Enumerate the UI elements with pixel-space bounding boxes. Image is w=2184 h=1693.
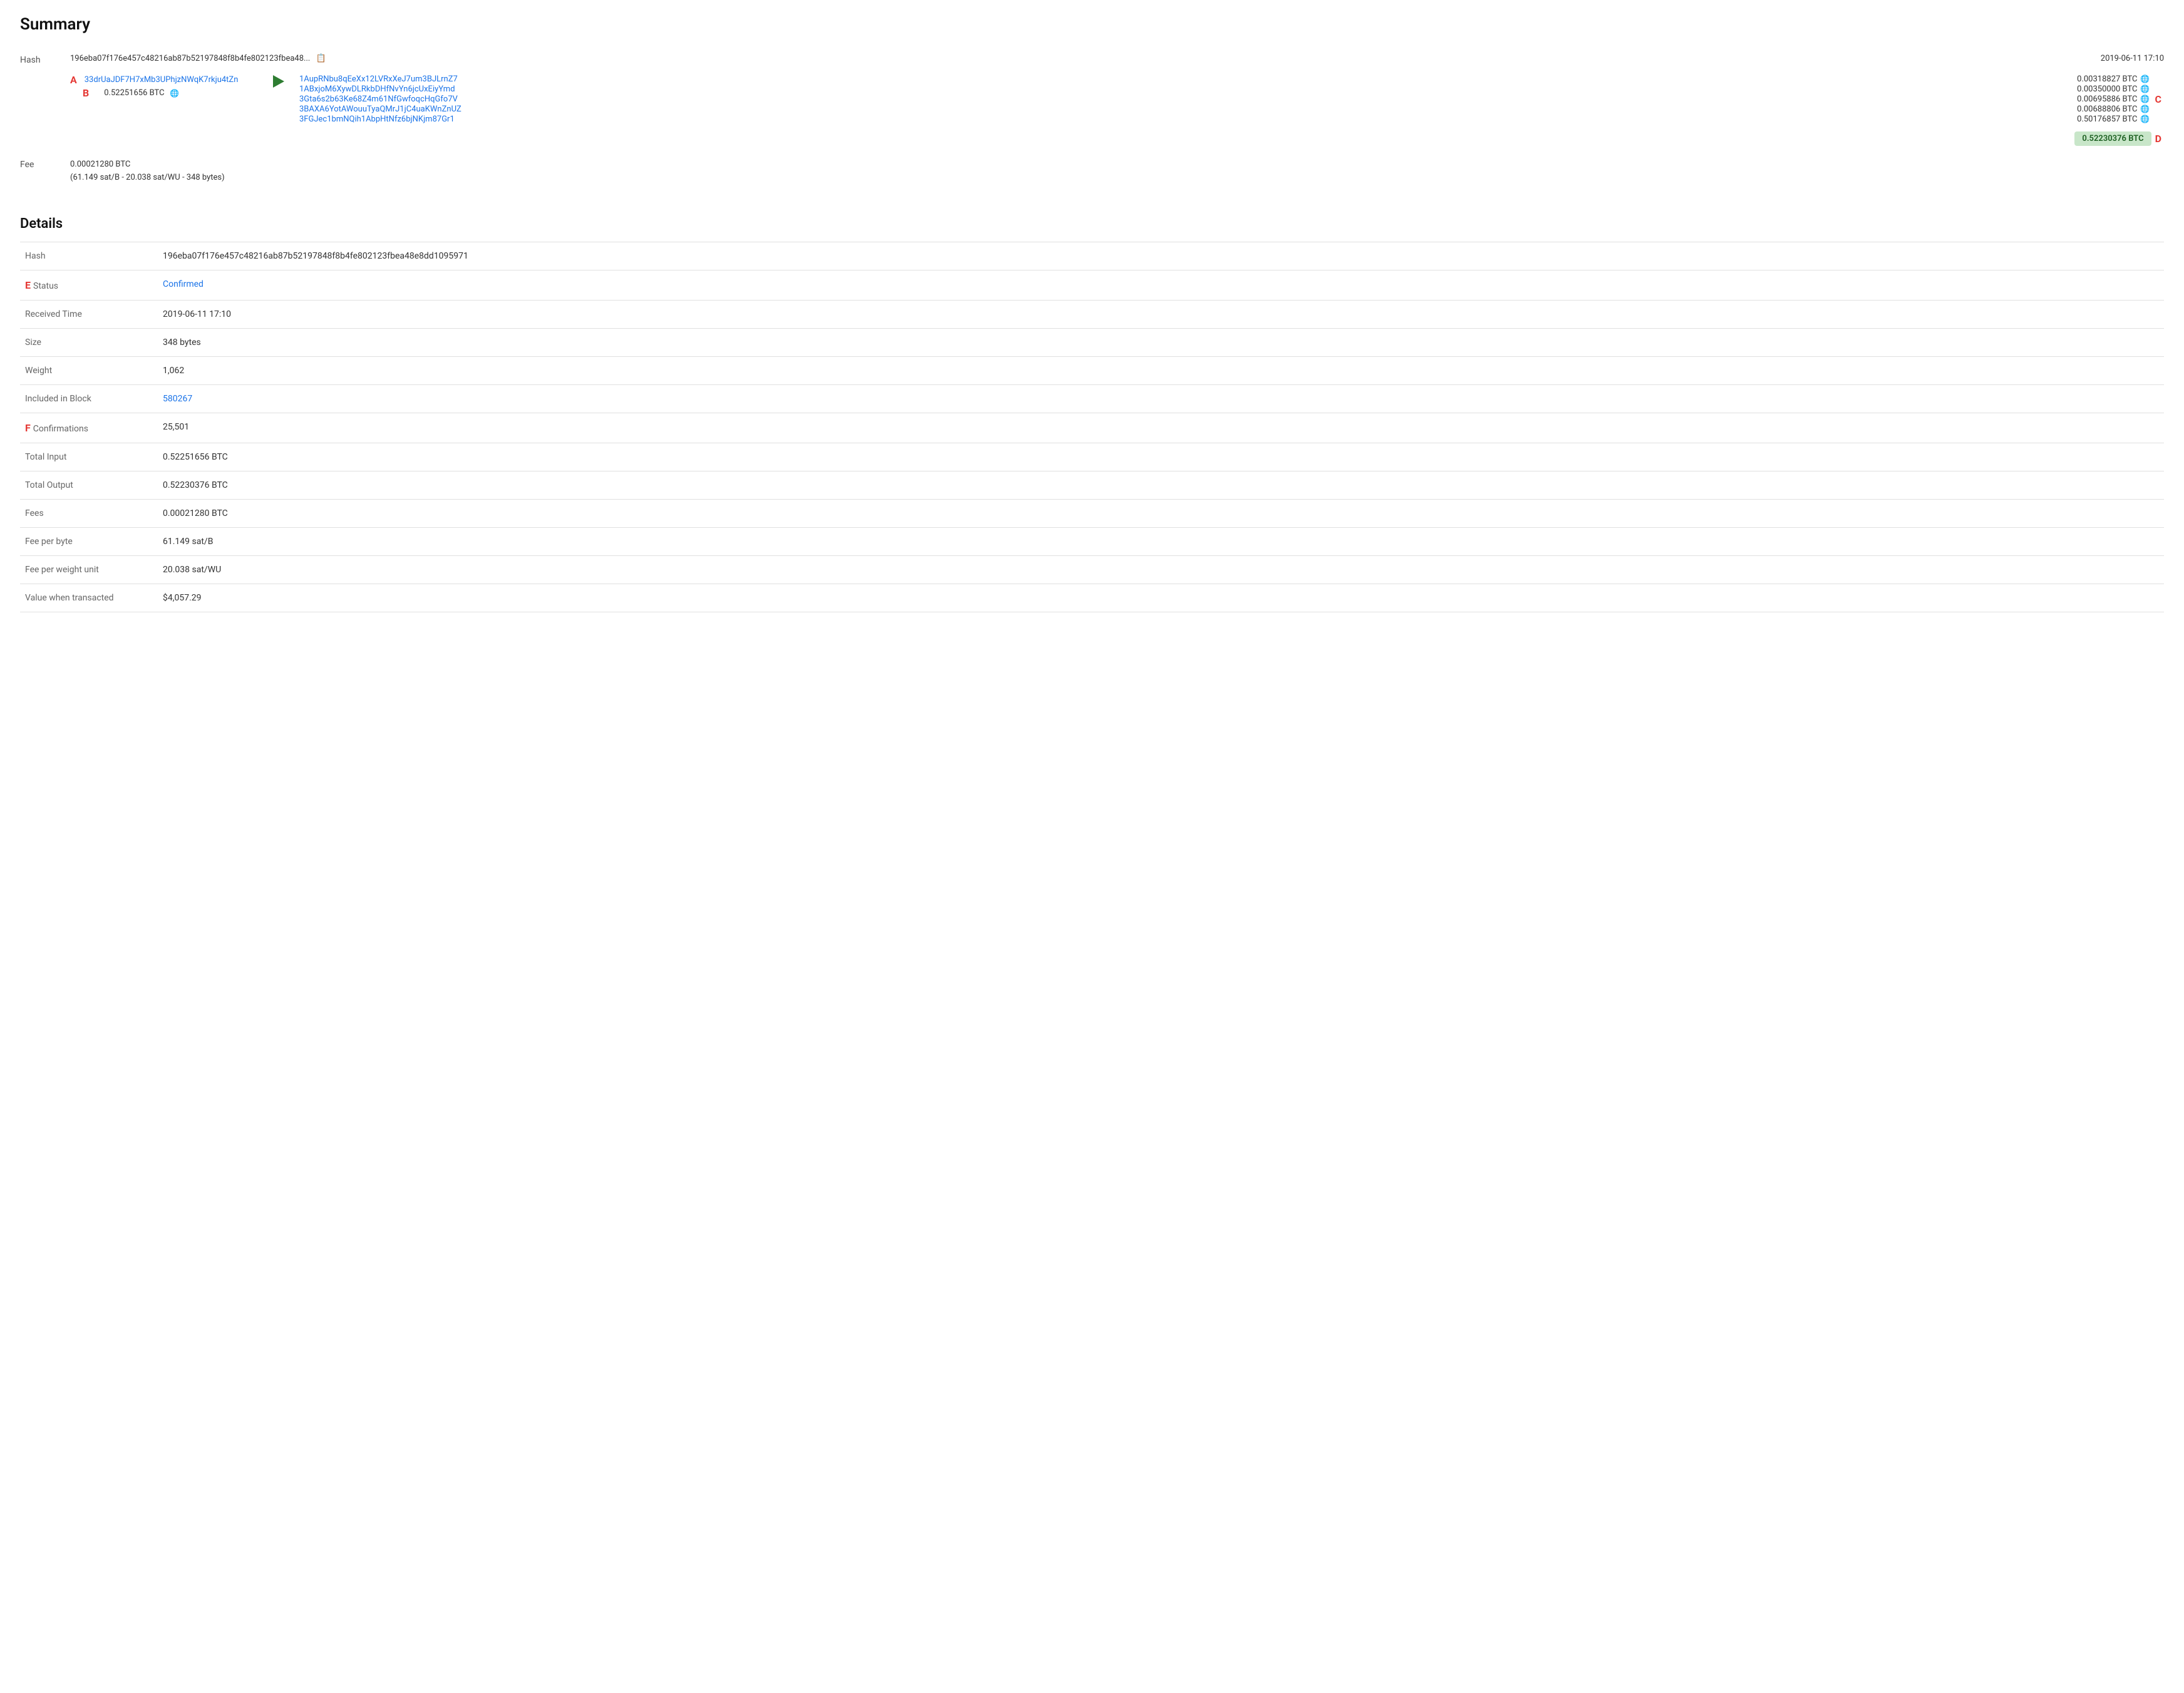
details-value-4: 1,062 [158, 356, 2164, 384]
input-address[interactable]: 33drUaJDF7H7xMb3UPhjzNWqK7rkju4tZn [85, 75, 239, 85]
tx-total-box: 0.52230376 BTC D [299, 131, 2164, 146]
status-confirmed-badge: Confirmed [163, 279, 203, 289]
details-label-8: Total Output [20, 471, 158, 499]
details-section: Details Hash196eba07f176e457c48216ab87b5… [20, 216, 2164, 612]
details-value-10: 61.149 sat/B [158, 527, 2164, 555]
details-value-6: 25,501 [158, 413, 2164, 443]
output-address-4[interactable]: 3FGJec1bmNQih1AbpHtNfz6bjNKjm87Gr1 [299, 115, 455, 124]
tx-input-amount-row: B 0.52251656 BTC 🌐 [83, 87, 258, 99]
tx-input-row: A 33drUaJDF7H7xMb3UPhjzNWqK7rkju4tZn [70, 74, 258, 86]
output-address-1[interactable]: 1ABxjoM6XywDLRkbDHfNvYn6jcUxEiyYmd [299, 85, 455, 94]
fee-label: Fee [20, 158, 70, 170]
output-amount-0: 0.00318827 BTC 🌐 [2077, 74, 2150, 84]
details-value-5: 580267 [158, 384, 2164, 413]
details-label-11: Fee per weight unit [20, 555, 158, 584]
summary-section: Summary Hash 196eba07f176e457c48216ab87b… [20, 15, 2164, 191]
details-label-1: EStatus [20, 270, 158, 300]
details-row-2: Received Time2019-06-11 17:10 [20, 300, 2164, 328]
hash-value: 196eba07f176e457c48216ab87b52197848f8b4f… [70, 54, 2101, 63]
details-row-9: Fees0.00021280 BTC [20, 499, 2164, 527]
details-label-6: FConfirmations [20, 413, 158, 443]
output-address-0[interactable]: 1AupRNbu8qEeXx12LVRxXeJ7um3BJLrnZ7 [299, 75, 458, 84]
details-title: Details [20, 216, 2164, 232]
output-row-4: 3FGJec1bmNQih1AbpHtNfz6bjNKjm87Gr1 0.501… [299, 114, 2150, 124]
total-output-value: 0.52230376 BTC [2082, 134, 2143, 143]
details-label-2: Received Time [20, 300, 158, 328]
details-row-12: Value when transacted$4,057.29 [20, 584, 2164, 612]
block-link[interactable]: 580267 [163, 394, 192, 404]
tx-total-badge: 0.52230376 BTC [2074, 131, 2151, 146]
output-row-2: 3Gta6s2b63Ke68Z4m61NfGwfoqcHqGfo7V 0.006… [299, 94, 2150, 104]
details-value-0: 196eba07f176e457c48216ab87b52197848f8b4f… [158, 242, 2164, 270]
details-table: Hash196eba07f176e457c48216ab87b52197848f… [20, 242, 2164, 612]
details-value-1: Confirmed [158, 270, 2164, 300]
details-value-12: $4,057.29 [158, 584, 2164, 612]
copy-icon[interactable]: 📋 [316, 54, 326, 63]
annotation-E: E [25, 279, 31, 291]
transaction-flow: A 33drUaJDF7H7xMb3UPhjzNWqK7rkju4tZn B 0… [70, 70, 2164, 152]
hash-row: Hash 196eba07f176e457c48216ab87b52197848… [20, 49, 2164, 70]
summary-title: Summary [20, 15, 2164, 34]
details-value-7: 0.52251656 BTC [158, 443, 2164, 471]
details-row-0: Hash196eba07f176e457c48216ab87b52197848f… [20, 242, 2164, 270]
details-row-7: Total Input0.52251656 BTC [20, 443, 2164, 471]
details-label-0: Hash [20, 242, 158, 270]
annotation-A: A [70, 74, 77, 86]
output-row-3: 3BAXA6YotAWouuTyaQMrJ1jC4uaKWnZnUZ 0.006… [299, 104, 2150, 114]
input-amount: 0.52251656 BTC [104, 88, 164, 98]
details-value-11: 20.038 sat/WU [158, 555, 2164, 584]
tx-input-side: A 33drUaJDF7H7xMb3UPhjzNWqK7rkju4tZn B 0… [70, 74, 258, 99]
output-amount-2: 0.00695886 BTC 🌐 [2077, 94, 2150, 104]
details-row-1: EStatus Confirmed [20, 270, 2164, 300]
globe-icon-out-1[interactable]: 🌐 [2140, 84, 2150, 94]
output-row-1: 1ABxjoM6XywDLRkbDHfNvYn6jcUxEiyYmd 0.003… [299, 84, 2150, 94]
transaction-date: 2019-06-11 17:10 [2101, 54, 2164, 63]
fee-value: 0.00021280 BTC [70, 158, 225, 172]
details-row-5: Included in Block 580267 [20, 384, 2164, 413]
details-row-3: Size348 bytes [20, 328, 2164, 356]
annotation-C: C [2155, 93, 2161, 105]
annotation-B: B [83, 87, 89, 99]
details-label-4: Weight [20, 356, 158, 384]
output-amount-4: 0.50176857 BTC 🌐 [2077, 114, 2150, 124]
annotation-D: D [2155, 133, 2161, 145]
output-amount-3: 0.00688806 BTC 🌐 [2077, 104, 2150, 114]
details-row-10: Fee per byte61.149 sat/B [20, 527, 2164, 555]
details-row-11: Fee per weight unit20.038 sat/WU [20, 555, 2164, 584]
details-row-6: FConfirmations25,501 [20, 413, 2164, 443]
globe-icon-out-0[interactable]: 🌐 [2140, 74, 2150, 84]
output-amount-1: 0.00350000 BTC 🌐 [2077, 84, 2150, 94]
globe-icon-input[interactable]: 🌐 [170, 88, 180, 98]
fee-detail: (61.149 sat/B - 20.038 sat/WU - 348 byte… [70, 172, 225, 185]
output-address-2[interactable]: 3Gta6s2b63Ke68Z4m61NfGwfoqcHqGfo7V [299, 95, 458, 104]
details-label-12: Value when transacted [20, 584, 158, 612]
arrow-right-shape [273, 75, 284, 88]
details-label-9: Fees [20, 499, 158, 527]
globe-icon-out-2[interactable]: 🌐 [2140, 94, 2150, 104]
details-row-4: Weight1,062 [20, 356, 2164, 384]
details-label-7: Total Input [20, 443, 158, 471]
details-value-8: 0.52230376 BTC [158, 471, 2164, 499]
details-row-8: Total Output0.52230376 BTC [20, 471, 2164, 499]
output-row-0: 1AupRNbu8qEeXx12LVRxXeJ7um3BJLrnZ7 0.003… [299, 74, 2150, 84]
tx-output-side: 1AupRNbu8qEeXx12LVRxXeJ7um3BJLrnZ7 0.003… [299, 74, 2164, 146]
details-label-10: Fee per byte [20, 527, 158, 555]
annotation-F: F [25, 422, 31, 434]
details-value-2: 2019-06-11 17:10 [158, 300, 2164, 328]
details-value-3: 348 bytes [158, 328, 2164, 356]
output-address-3[interactable]: 3BAXA6YotAWouuTyaQMrJ1jC4uaKWnZnUZ [299, 105, 461, 114]
output-rows-container: 1AupRNbu8qEeXx12LVRxXeJ7um3BJLrnZ7 0.003… [299, 74, 2150, 124]
details-label-5: Included in Block [20, 384, 158, 413]
fee-row: Fee 0.00021280 BTC (61.149 sat/B - 20.03… [20, 152, 2164, 191]
globe-icon-out-4[interactable]: 🌐 [2140, 114, 2150, 124]
arrow-icon [258, 74, 299, 88]
details-label-3: Size [20, 328, 158, 356]
details-value-9: 0.00021280 BTC [158, 499, 2164, 527]
globe-icon-out-3[interactable]: 🌐 [2140, 104, 2150, 114]
hash-label: Hash [20, 54, 70, 65]
fee-content: 0.00021280 BTC (61.149 sat/B - 20.038 sa… [70, 158, 225, 185]
